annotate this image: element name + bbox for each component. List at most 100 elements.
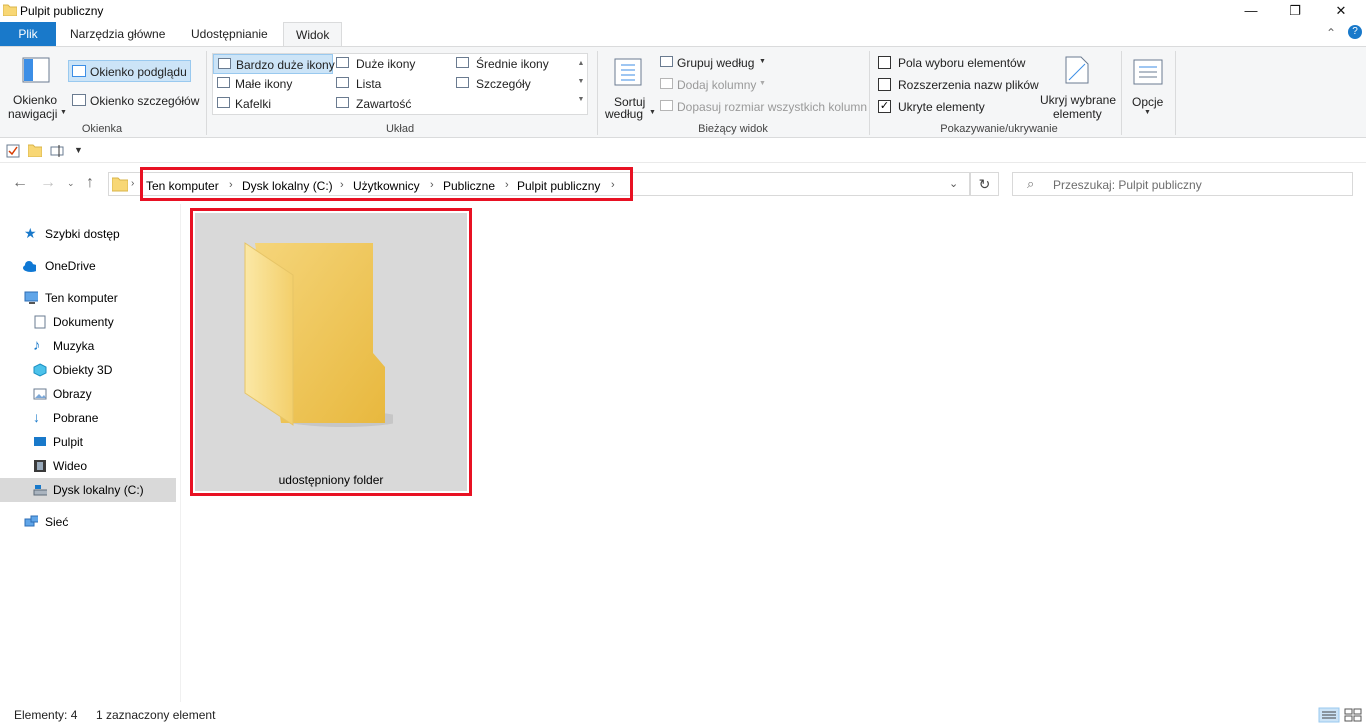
folder-name[interactable]: udostępniony folder bbox=[195, 473, 467, 487]
chevron-right-icon[interactable]: › bbox=[131, 178, 134, 189]
breadcrumb-this-pc[interactable]: Ten komputer bbox=[146, 179, 219, 193]
chevron-right-icon[interactable]: › bbox=[611, 179, 615, 191]
help-icon[interactable]: ? bbox=[1348, 25, 1362, 39]
hidden-items-option[interactable]: ✓ Ukryte elementy bbox=[876, 98, 1036, 116]
sidebar-item-label: Pobrane bbox=[53, 411, 99, 425]
list-button[interactable]: Lista bbox=[334, 74, 452, 94]
back-icon[interactable]: ← bbox=[12, 174, 28, 192]
extra-large-icons-button[interactable]: Bardzo duże ikony bbox=[213, 54, 335, 74]
minimize-button[interactable]: — bbox=[1228, 0, 1274, 22]
file-extensions-option[interactable]: Rozszerzenia nazw plików bbox=[876, 76, 1039, 94]
sidebar-item-local-disk[interactable]: Dysk lokalny (C:) bbox=[0, 478, 176, 502]
small-icons-button[interactable]: Małe ikony bbox=[213, 74, 331, 94]
cloud-icon bbox=[23, 261, 36, 272]
navigation-pane-button[interactable]: Okienko nawigacji ▼ bbox=[8, 51, 67, 121]
close-button[interactable]: ✕ bbox=[1318, 0, 1364, 22]
panes-group-label: Okienka bbox=[81, 123, 123, 135]
content-view-button[interactable]: Zawartość bbox=[334, 94, 452, 114]
size-columns-label: Dopasuj rozmiar wszystkich kolumn bbox=[677, 100, 868, 114]
breadcrumb-public-desktop[interactable]: Pulpit publiczny bbox=[517, 179, 600, 193]
details-pane-button[interactable]: Okienko szczegółów bbox=[68, 90, 200, 112]
tab-share[interactable]: Udostępnianie bbox=[179, 22, 280, 46]
add-columns-icon bbox=[660, 78, 673, 89]
hide-selected-icon bbox=[1065, 56, 1089, 84]
show-hide-group-label: Pokazywanie/ukrywanie bbox=[940, 123, 1058, 135]
tiles-button[interactable]: Kafelki bbox=[213, 94, 331, 114]
chevron-right-icon[interactable]: › bbox=[505, 179, 509, 191]
chevron-down-icon: ▼ bbox=[759, 58, 766, 65]
preview-pane-button[interactable]: Okienko podglądu bbox=[68, 60, 191, 82]
cube-icon bbox=[33, 363, 47, 377]
medium-icons-button[interactable]: Średnie ikony bbox=[454, 54, 576, 74]
scroll-down-icon[interactable]: ▼ bbox=[576, 73, 586, 91]
breadcrumb-local-disk[interactable]: Dysk lokalny (C:) bbox=[242, 179, 333, 193]
navigation-pane: ★ Szybki dostęp OneDrive Ten komputer Do… bbox=[0, 208, 180, 702]
size-columns-icon bbox=[660, 100, 673, 111]
list-label: Lista bbox=[356, 77, 382, 91]
add-columns-button: Dodaj kolumny ▼ bbox=[658, 75, 778, 95]
properties-icon[interactable] bbox=[6, 144, 20, 158]
sidebar-item-quick-access[interactable]: ★ Szybki dostęp bbox=[0, 222, 176, 246]
status-bar: Elementy: 4 1 zaznaczony element bbox=[0, 704, 1366, 724]
sidebar-item-videos[interactable]: Wideo bbox=[0, 454, 176, 478]
sidebar-item-label: Muzyka bbox=[53, 339, 95, 353]
search-input[interactable]: Przeszukaj: Pulpit publiczny bbox=[1053, 178, 1202, 192]
refresh-button[interactable]: ↻ bbox=[970, 172, 999, 196]
window-title: Pulpit publiczny bbox=[20, 4, 104, 18]
details-view-button[interactable]: Szczegóły bbox=[454, 74, 572, 94]
sidebar-item-label: Obiekty 3D bbox=[53, 363, 113, 377]
breadcrumb-public[interactable]: Publiczne bbox=[443, 179, 495, 193]
file-extensions-checkbox[interactable] bbox=[878, 78, 891, 91]
navigation-pane-icon bbox=[22, 57, 50, 83]
sidebar-item-this-pc[interactable]: Ten komputer bbox=[0, 286, 176, 310]
up-icon[interactable]: ↑ bbox=[86, 174, 94, 192]
sidebar-item-documents[interactable]: Dokumenty bbox=[0, 310, 176, 334]
sort-label-2: według bbox=[605, 107, 644, 121]
sidebar-item-pictures[interactable]: Obrazy bbox=[0, 382, 176, 406]
ribbon-divider bbox=[597, 51, 598, 135]
chevron-right-icon[interactable]: › bbox=[340, 179, 344, 191]
sidebar-item-onedrive[interactable]: OneDrive bbox=[0, 254, 176, 278]
sidebar-item-music[interactable]: ♪ Muzyka bbox=[0, 334, 176, 358]
expand-gallery-icon[interactable]: ▼ bbox=[576, 91, 586, 109]
chevron-down-icon: ▼ bbox=[759, 80, 766, 87]
group-by-button[interactable]: Grupuj według ▼ bbox=[658, 53, 778, 73]
scroll-up-icon[interactable]: ▲ bbox=[576, 55, 586, 73]
options-button[interactable]: Opcje ▼ bbox=[1126, 51, 1170, 119]
sort-by-button[interactable]: Sortuj według ▼ bbox=[603, 51, 656, 121]
customize-toolbar-icon[interactable]: ▼ bbox=[74, 145, 83, 155]
tab-file[interactable]: Plik bbox=[0, 22, 56, 46]
tab-view[interactable]: Widok bbox=[283, 22, 343, 46]
sidebar-item-desktop[interactable]: Pulpit bbox=[0, 430, 176, 454]
small-icons-icon bbox=[217, 77, 230, 88]
rename-icon[interactable] bbox=[50, 144, 66, 158]
hide-selected-items-button[interactable]: Ukryj wybrane elementy bbox=[1038, 51, 1117, 121]
details-view-toggle-icon[interactable] bbox=[1318, 707, 1340, 723]
breadcrumb-users[interactable]: Użytkownicy bbox=[353, 179, 420, 193]
new-folder-icon[interactable] bbox=[28, 143, 42, 157]
preview-pane-label: Okienko podglądu bbox=[90, 65, 187, 79]
sidebar-item-3d-objects[interactable]: Obiekty 3D bbox=[0, 358, 176, 382]
restore-button[interactable]: ❐ bbox=[1272, 0, 1318, 22]
chevron-down-icon[interactable]: ⌄ bbox=[949, 177, 958, 190]
chevron-right-icon[interactable]: › bbox=[430, 179, 434, 191]
tab-home[interactable]: Narzędzia główne bbox=[58, 22, 177, 46]
sidebar-item-downloads[interactable]: ↓ Pobrane bbox=[0, 406, 176, 430]
layout-scroll[interactable]: ▲ ▼ ▼ bbox=[576, 55, 586, 113]
collapse-ribbon-icon[interactable]: ⌃ bbox=[1326, 26, 1336, 40]
star-icon: ★ bbox=[24, 225, 37, 241]
medium-icons-label: Średnie ikony bbox=[476, 57, 549, 71]
large-icons-button[interactable]: Duże ikony bbox=[334, 54, 452, 74]
large-icons-toggle-icon[interactable] bbox=[1343, 707, 1363, 723]
hide-selected-label-1: Ukryj wybrane bbox=[1040, 93, 1117, 107]
search-box[interactable]: ⌕ Przeszukaj: Pulpit publiczny bbox=[1012, 172, 1353, 196]
item-checkboxes-checkbox[interactable] bbox=[878, 56, 891, 69]
chevron-right-icon[interactable]: › bbox=[229, 179, 233, 191]
hidden-items-checkbox[interactable]: ✓ bbox=[878, 100, 891, 113]
folder-tile[interactable]: udostępniony folder bbox=[190, 208, 472, 496]
sidebar-item-label: Ten komputer bbox=[45, 291, 118, 305]
sidebar-item-label: Dokumenty bbox=[53, 315, 114, 329]
item-checkboxes-option[interactable]: Pola wyboru elementów bbox=[876, 54, 1036, 72]
sidebar-item-network[interactable]: Sieć bbox=[0, 510, 176, 534]
recent-locations-icon[interactable]: ⌄ bbox=[67, 178, 75, 189]
